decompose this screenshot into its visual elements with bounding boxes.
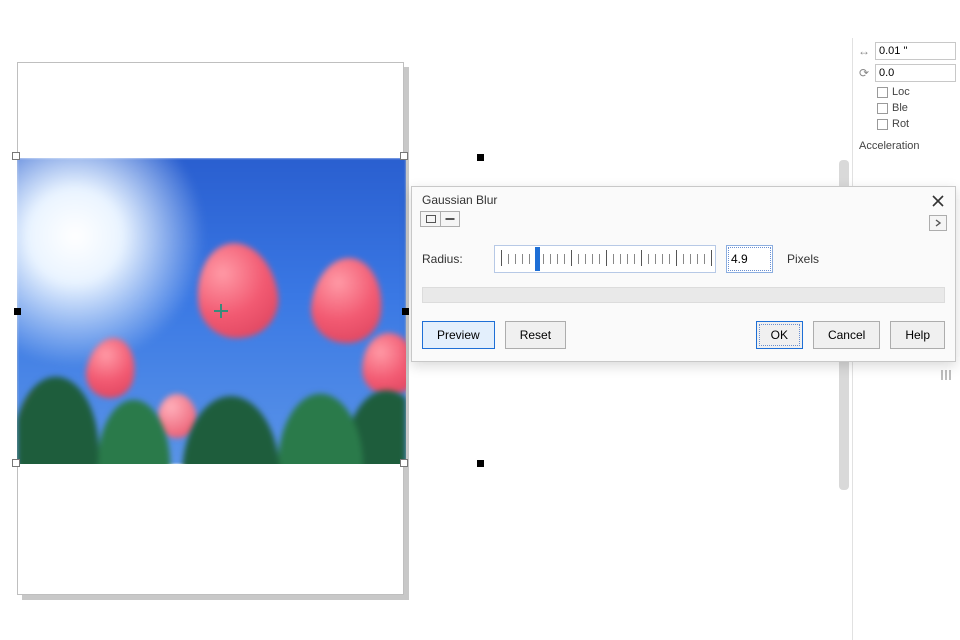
selection-handle-n[interactable]	[477, 154, 484, 161]
lock-label: Loc	[892, 86, 910, 98]
selection-handle-w[interactable]	[14, 308, 21, 315]
progress-bar	[422, 287, 945, 303]
width-field[interactable]	[875, 42, 956, 60]
selection-handle-sw[interactable]	[12, 459, 20, 467]
reset-button[interactable]: Reset	[505, 321, 566, 349]
rotate-icon: ⟳	[857, 67, 871, 79]
blend-checkbox[interactable]: Ble	[877, 102, 960, 114]
selection-handle-ne[interactable]	[400, 152, 408, 160]
selection-handle-s[interactable]	[477, 460, 484, 467]
canvas-image[interactable]	[17, 158, 406, 464]
ok-button[interactable]: OK	[756, 321, 803, 349]
radius-unit: Pixels	[787, 252, 819, 266]
selection-handle-nw[interactable]	[12, 152, 20, 160]
rotate-label: Rot	[892, 118, 909, 130]
expand-icon	[426, 215, 436, 223]
close-icon	[932, 195, 944, 207]
dialog-toolbar	[420, 211, 955, 227]
selection-handle-se[interactable]	[400, 459, 408, 467]
help-button[interactable]: Help	[890, 321, 945, 349]
slider-thumb[interactable]	[535, 247, 540, 271]
gaussian-blur-dialog: Gaussian Blur Radius: Pixels Preview Res…	[411, 186, 956, 362]
collapse-icon	[445, 215, 455, 223]
collapse-button[interactable]	[440, 211, 460, 227]
lock-checkbox[interactable]: Loc	[877, 86, 960, 98]
close-button[interactable]	[929, 192, 947, 210]
dialog-title: Gaussian Blur	[412, 187, 955, 209]
preview-button[interactable]: Preview	[422, 321, 495, 349]
panel-grip-icon[interactable]	[936, 368, 956, 382]
selection-handle-e[interactable]	[402, 308, 409, 315]
radius-slider[interactable]	[494, 245, 716, 273]
acceleration-section-label: Acceleration	[859, 140, 954, 152]
chevron-right-icon	[934, 219, 942, 227]
radius-input[interactable]	[726, 245, 773, 273]
more-options-button[interactable]	[929, 215, 947, 231]
width-icon: ↔	[857, 45, 871, 57]
cancel-button[interactable]: Cancel	[813, 321, 880, 349]
blend-label: Ble	[892, 102, 908, 114]
rotate-checkbox[interactable]: Rot	[877, 118, 960, 130]
radius-label: Radius:	[422, 252, 484, 266]
expand-button[interactable]	[420, 211, 440, 227]
rotate-field[interactable]	[875, 64, 956, 82]
